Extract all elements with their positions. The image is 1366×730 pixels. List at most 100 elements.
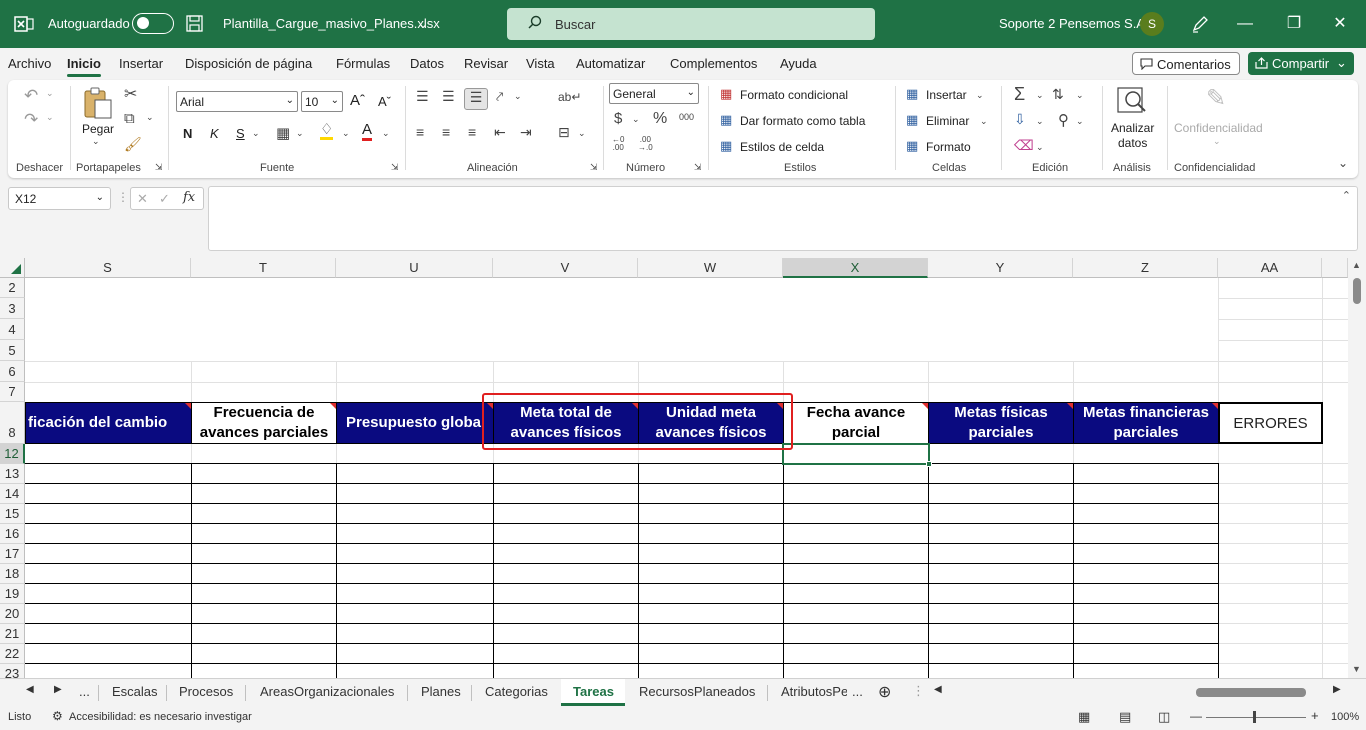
- row-header-7[interactable]: 7: [0, 382, 25, 402]
- chevron-down-icon[interactable]: ⌄: [514, 91, 522, 102]
- row-header-13[interactable]: 13: [0, 464, 25, 484]
- search-box[interactable]: Buscar: [507, 8, 875, 40]
- paste-label[interactable]: Pegar: [82, 122, 114, 136]
- column-header-u[interactable]: U: [336, 258, 493, 278]
- menu-inicio[interactable]: Inicio: [67, 56, 101, 77]
- dialog-launcher-icon[interactable]: ⇲: [391, 162, 399, 173]
- conditional-format-icon[interactable]: ▦: [720, 86, 732, 102]
- chevron-down-icon[interactable]: ⌄: [1076, 116, 1084, 127]
- orientation-icon[interactable]: ⤤: [496, 89, 503, 105]
- chevron-down-icon[interactable]: ⌄: [1076, 90, 1084, 101]
- chevron-down-icon[interactable]: ⌄: [92, 136, 100, 147]
- underline-button[interactable]: S: [236, 126, 245, 141]
- row-header-16[interactable]: 16: [0, 524, 25, 544]
- cut-icon[interactable]: ✂: [124, 84, 137, 104]
- currency-icon[interactable]: $: [614, 110, 622, 127]
- scroll-right-icon[interactable]: ▶: [1333, 684, 1341, 695]
- chevron-down-icon[interactable]: ⌄: [46, 88, 54, 99]
- comments-button[interactable]: Comentarios: [1132, 52, 1240, 75]
- cell-styles-icon[interactable]: ▦: [720, 138, 732, 154]
- analyze-data-icon[interactable]: [1116, 84, 1148, 116]
- menu-formulas[interactable]: Fórmulas: [336, 56, 390, 71]
- row-header-17[interactable]: 17: [0, 544, 25, 564]
- formula-input[interactable]: ⌃: [208, 186, 1358, 251]
- insert-function-icon[interactable]: fx: [183, 190, 195, 205]
- format-cells-button[interactable]: Formato: [926, 140, 971, 154]
- dialog-launcher-icon[interactable]: ⇲: [694, 162, 702, 173]
- menu-vista[interactable]: Vista: [526, 56, 555, 71]
- row-header-21[interactable]: 21: [0, 624, 25, 644]
- header-cell-x[interactable]: Fecha avance parcial: [783, 402, 929, 444]
- dialog-launcher-icon[interactable]: ⇲: [155, 162, 163, 173]
- file-name[interactable]: Plantilla_Cargue_masivo_Planes.xlsx: [223, 16, 440, 31]
- fill-color-icon[interactable]: ♢: [320, 122, 334, 140]
- decrease-font-icon[interactable]: Aˇ: [378, 94, 391, 109]
- bold-button[interactable]: N: [183, 126, 192, 141]
- row-header-6[interactable]: 6: [0, 361, 25, 382]
- accessibility-status[interactable]: Accesibilidad: es necesario investigar: [69, 711, 252, 723]
- chevron-down-icon[interactable]: ⌄: [96, 192, 104, 203]
- spreadsheet-grid[interactable]: S T U V W X Y Z AA 2 3 4 5 6 7 8 12 13 1…: [0, 258, 1348, 678]
- row-header-19[interactable]: 19: [0, 584, 25, 604]
- user-name[interactable]: Soporte 2 Pensemos S.A.: [999, 16, 1149, 31]
- chevron-down-icon[interactable]: ⌄: [980, 116, 988, 127]
- chevron-down-icon[interactable]: ⌄: [1036, 116, 1044, 127]
- row-header-5[interactable]: 5: [0, 340, 25, 361]
- column-header-w[interactable]: W: [638, 258, 783, 278]
- sheet-tab-planes[interactable]: Planes: [421, 684, 461, 699]
- percent-icon[interactable]: %: [653, 110, 667, 128]
- undo-icon[interactable]: ↶: [24, 86, 38, 106]
- header-cell-u[interactable]: Presupuesto globa: [336, 402, 494, 444]
- font-size-dropdown[interactable]: 10 ⌄: [301, 91, 343, 112]
- zoom-slider-thumb[interactable]: [1253, 711, 1256, 723]
- number-format-dropdown[interactable]: General ⌄: [609, 83, 699, 104]
- paste-icon[interactable]: [82, 86, 114, 120]
- column-header-v[interactable]: V: [493, 258, 638, 278]
- name-box[interactable]: X12 ⌄: [8, 187, 111, 210]
- next-sheet-icon[interactable]: ▶: [54, 684, 62, 695]
- row-header-18[interactable]: 18: [0, 564, 25, 584]
- sheet-tab-tareas[interactable]: Tareas: [573, 684, 614, 699]
- column-header-x[interactable]: X: [783, 258, 928, 278]
- menu-disposicion[interactable]: Disposición de página: [185, 56, 312, 71]
- row-header-4[interactable]: 4: [0, 319, 25, 340]
- collapse-ribbon-icon[interactable]: ⌄: [1338, 156, 1348, 170]
- sort-filter-icon[interactable]: ⇅: [1052, 86, 1064, 103]
- sheet-tab-escalas[interactable]: Escalas: [112, 684, 158, 699]
- zoom-slider[interactable]: [1206, 717, 1306, 718]
- row-header-22[interactable]: 22: [0, 644, 25, 664]
- menu-complementos[interactable]: Complementos: [670, 56, 757, 71]
- column-header-ab[interactable]: [1322, 258, 1348, 278]
- menu-datos[interactable]: Datos: [410, 56, 444, 71]
- decrease-indent-icon[interactable]: ⇤: [494, 124, 506, 141]
- header-cell-z[interactable]: Metas financieras parciales: [1073, 402, 1219, 444]
- zoom-out-icon[interactable]: —: [1190, 709, 1202, 723]
- page-layout-icon[interactable]: ▤: [1119, 709, 1131, 725]
- fill-icon[interactable]: ⇩: [1014, 111, 1026, 128]
- increase-font-icon[interactable]: Aˆ: [350, 92, 365, 109]
- enter-icon[interactable]: ✓: [159, 191, 170, 207]
- vertical-scroll-thumb[interactable]: [1353, 278, 1361, 304]
- menu-automatizar[interactable]: Automatizar: [576, 56, 645, 71]
- add-sheet-icon[interactable]: ⊕: [878, 682, 891, 702]
- chevron-down-icon[interactable]: ⌄: [46, 112, 54, 123]
- restore-button[interactable]: ❐: [1282, 12, 1306, 36]
- format-cells-icon[interactable]: ▦: [906, 138, 918, 154]
- chevron-down-icon[interactable]: ⌄: [1036, 90, 1044, 101]
- row-header-12[interactable]: 12: [0, 444, 25, 464]
- analyze-label-2[interactable]: datos: [1118, 136, 1147, 150]
- align-left-icon[interactable]: ≡: [416, 124, 424, 140]
- chevron-down-icon[interactable]: ⌄: [1036, 142, 1044, 153]
- insert-cells-icon[interactable]: ▦: [906, 86, 918, 102]
- minimize-button[interactable]: —: [1233, 12, 1257, 36]
- align-top-icon[interactable]: ☰: [416, 88, 429, 105]
- save-icon[interactable]: [186, 15, 203, 32]
- column-header-t[interactable]: T: [191, 258, 336, 278]
- autosum-icon[interactable]: Σ: [1014, 84, 1025, 105]
- insert-cells-button[interactable]: Insertar: [926, 88, 967, 102]
- prev-sheet-icon[interactable]: ◀: [26, 684, 34, 695]
- delete-cells-icon[interactable]: ▦: [906, 112, 918, 128]
- delete-cells-button[interactable]: Eliminar: [926, 114, 969, 128]
- align-right-icon[interactable]: ≡: [468, 124, 476, 140]
- align-middle-icon[interactable]: ☰: [442, 88, 455, 105]
